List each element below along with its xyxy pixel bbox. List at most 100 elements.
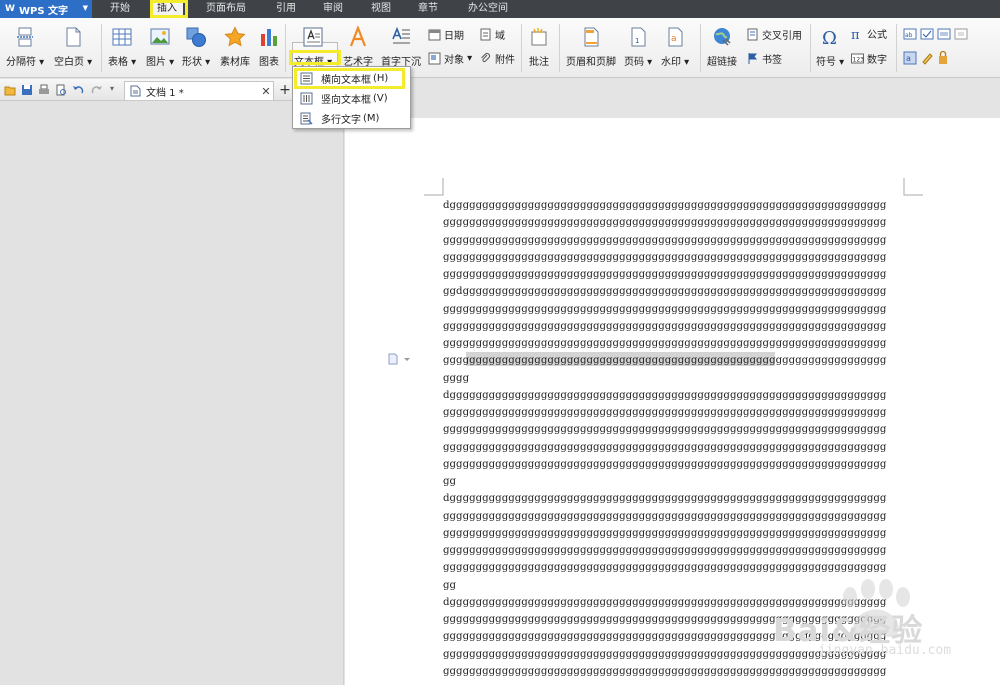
comment-button[interactable]: 批注	[528, 26, 550, 68]
form-controls-icon[interactable]: ab a	[903, 27, 973, 71]
new-tab-plus-icon[interactable]: +	[277, 82, 293, 98]
svg-text:123: 123	[853, 57, 865, 64]
margin-corner-top-left	[424, 178, 444, 196]
ribbon-separator	[101, 24, 102, 72]
calendar-icon	[428, 29, 441, 41]
horizontal-textbox-label: 横向文本框	[321, 74, 371, 86]
multiline-text-shortcut: (M)	[363, 112, 380, 124]
header-footer-label: 页眉和页脚	[566, 57, 616, 68]
object-label: 对象	[444, 55, 464, 66]
number-label: 数字	[867, 55, 887, 66]
textbox-button[interactable]: 文本框 ▾	[294, 26, 332, 68]
multiline-text-icon	[300, 112, 313, 125]
document-line: gggggggggggggggggggggggggggggggggggggggg…	[443, 441, 887, 453]
multiline-text-item[interactable]: 多行文字 (M)	[295, 109, 408, 127]
watermark-url: jingyan.baidu.com	[818, 643, 952, 658]
document-line: gggggggggggggggggggggggggggggggggggggggg…	[443, 303, 887, 315]
attachment-label: 附件	[495, 55, 515, 66]
picture-label: 图片	[146, 57, 166, 68]
save-icon[interactable]	[21, 84, 33, 96]
margin-corner-top-right	[903, 178, 923, 196]
ribbon-separator	[700, 24, 701, 72]
date-label: 日期	[444, 31, 464, 42]
document-line: gggggggggggggggggggggggggggggggggggggggg…	[443, 527, 887, 539]
redo-icon[interactable]	[91, 84, 103, 96]
vertical-textbox-icon	[300, 92, 313, 104]
attachment-button[interactable]: 附件	[479, 51, 515, 66]
chart-button[interactable]: 图表	[258, 26, 280, 68]
table-button[interactable]: 表格 ▾	[108, 26, 136, 68]
textbox-dropdown-menu: 横向文本框 (H) 竖向文本框 (V) 多行文字 (M)	[292, 66, 411, 129]
bookmark-button[interactable]: 书签	[746, 51, 782, 66]
print-preview-icon[interactable]	[55, 84, 67, 96]
paragraph-marker-icon[interactable]	[388, 353, 410, 365]
document-line: gggggggggggggggggggggggggggggggggggggggg…	[443, 407, 887, 418]
comment-label: 批注	[529, 57, 549, 68]
formula-label: 公式	[867, 30, 887, 41]
customize-chevron-icon[interactable]: ▾	[110, 84, 114, 93]
document-line: dggggggggggggggggggggggggggggggggggggggg…	[443, 200, 887, 211]
omega-icon: Ω	[822, 28, 837, 48]
horizontal-textbox-icon	[300, 72, 313, 84]
document-line: gggggggggggggggggggggggggggggggggggggggg…	[443, 510, 887, 522]
textbox-icon	[303, 27, 323, 47]
star-icon	[224, 26, 246, 47]
table-label: 表格	[108, 57, 128, 68]
field-label: 域	[495, 31, 505, 42]
clip-library-button[interactable]: 素材库	[220, 26, 250, 68]
menu-tab-2[interactable]: 页面布局	[200, 0, 252, 18]
document-line: dggggggggggggggggggggggggggggggggggggggg…	[443, 493, 887, 505]
menu-tab-6[interactable]: 章节	[412, 0, 444, 18]
app-menu-button[interactable]: W WPS 文字 ▼	[0, 0, 92, 18]
page-number-button[interactable]: 1 页码 ▾	[624, 26, 652, 68]
horizontal-textbox-item[interactable]: 横向文本框 (H)	[295, 69, 408, 87]
menu-bar: W WPS 文字 ▼ 开始 插入 页面布局 引用 审阅 视图 章节 办公空间	[0, 0, 1000, 18]
wordart-button[interactable]: 艺术字	[343, 26, 373, 68]
hyperlink-button[interactable]: 超链接	[707, 26, 737, 68]
vertical-textbox-item[interactable]: 竖向文本框 (V)	[295, 89, 408, 107]
bookmark-label: 书签	[762, 55, 782, 66]
undo-icon[interactable]	[72, 84, 84, 96]
menu-tab-4[interactable]: 审阅	[317, 0, 349, 18]
page-break-button[interactable]: 分隔符 ▾	[6, 26, 44, 68]
field-icon	[480, 28, 491, 41]
date-button[interactable]: 日期	[428, 27, 464, 42]
header-footer-button[interactable]: 页眉和页脚	[566, 26, 616, 68]
number-button[interactable]: 123 数字	[851, 51, 887, 66]
object-icon	[428, 52, 441, 65]
picture-button[interactable]: 图片 ▾	[146, 26, 174, 68]
blank-page-button[interactable]: 空白页 ▾	[54, 26, 92, 68]
dropcap-button[interactable]: 首字下沉	[381, 26, 421, 68]
menu-tab-3[interactable]: 引用	[270, 0, 302, 18]
watermark-button[interactable]: a 水印 ▾	[661, 26, 689, 68]
menu-tab-7[interactable]: 办公空间	[462, 0, 514, 18]
menu-tab-0[interactable]: 开始	[104, 0, 136, 18]
print-icon[interactable]	[38, 84, 50, 96]
svg-text:π: π	[851, 28, 860, 40]
field-button[interactable]: 域	[479, 27, 505, 42]
formula-button[interactable]: π 公式	[851, 26, 887, 41]
menu-tab-1[interactable]: 插入	[151, 0, 183, 18]
number-icon: 123	[851, 53, 865, 64]
close-icon[interactable]: ✕	[259, 85, 273, 98]
shapes-button[interactable]: 形状 ▾	[182, 26, 210, 68]
table-icon	[112, 28, 132, 46]
attachment-icon	[481, 53, 490, 63]
dropcap-icon	[392, 26, 410, 44]
document-line: gggg	[443, 372, 470, 384]
bookmark-flag-icon	[748, 53, 758, 64]
cross-reference-button[interactable]: 交叉引用	[746, 27, 802, 42]
object-button[interactable]: 对象 ▾	[428, 51, 472, 66]
left-panel	[0, 101, 344, 685]
open-folder-icon[interactable]	[4, 84, 16, 96]
svg-text:1: 1	[635, 37, 639, 45]
chevron-down-icon: ▼	[82, 4, 88, 12]
symbol-button[interactable]: Ω 符号 ▾	[816, 26, 844, 68]
document-tab[interactable]: 文档 1 * ✕	[124, 81, 274, 100]
symbol-label: 符号	[816, 57, 836, 68]
menu-tab-5[interactable]: 视图	[365, 0, 397, 18]
svg-text:Ω: Ω	[822, 28, 837, 48]
header-footer-icon	[584, 27, 599, 47]
page-number-icon: 1	[631, 27, 646, 47]
comment-icon	[531, 28, 547, 46]
